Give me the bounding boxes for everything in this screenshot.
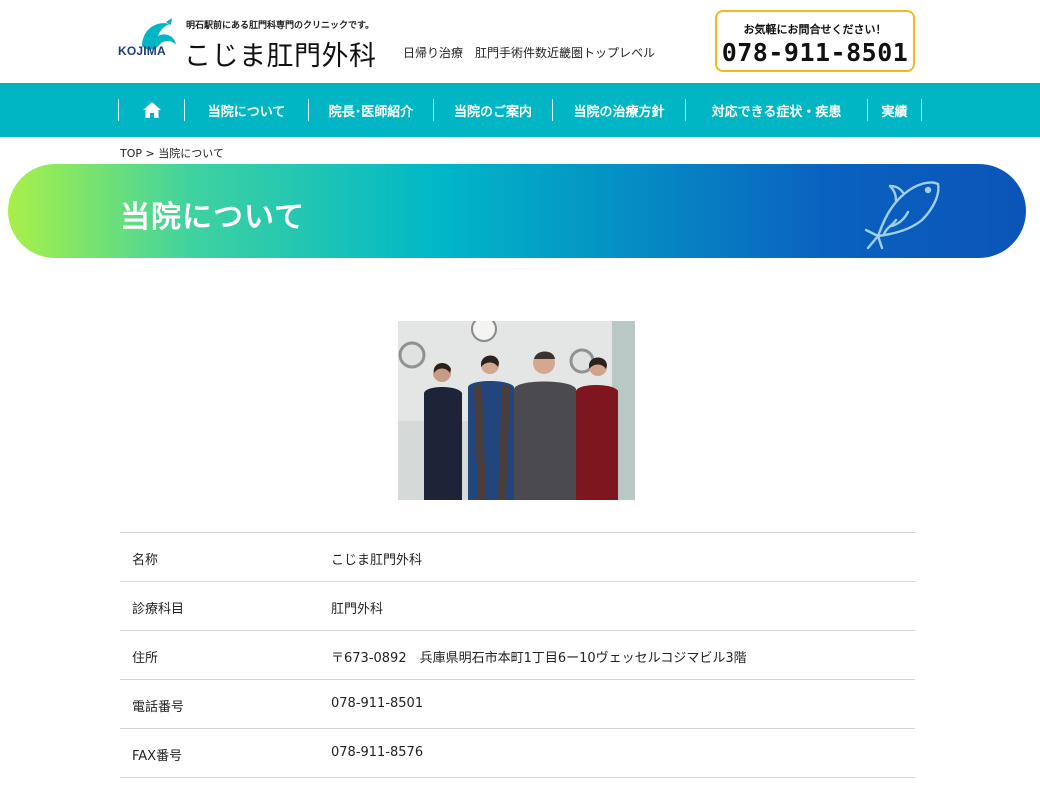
global-nav: 当院について 院長･医師紹介 当院のご案内 当院の治療方針 対応できる症状・疾患… <box>0 83 1040 137</box>
table-row: 住所 〒673-0892 兵庫県明石市本町1丁目6ー10ヴェッセルコジマビル3階 <box>120 631 915 680</box>
tel-number[interactable]: 078-911-8501 <box>717 38 913 67</box>
table-row: 名称 こじま肛門外科 <box>120 533 915 582</box>
header-tagline: 日帰り治療 肛門手術件数近畿圏トップレベル <box>403 46 656 60</box>
info-label: 名称 <box>132 553 159 568</box>
tel-contact-box[interactable]: お気軽にお問合せください！ 078-911-8501 <box>715 10 915 72</box>
info-label: FAX番号 <box>132 749 183 764</box>
breadcrumb: TOP > 当院について <box>120 145 224 161</box>
nav-label-symptoms: 対応できる症状・疾患 <box>711 104 842 120</box>
site-logo[interactable]: KOJIMA 明石駅前にある肛門科専門のクリニックです。 こじま肛門外科 <box>118 16 388 72</box>
info-label: 診療科目 <box>132 602 185 617</box>
logo-english-text: KOJIMA <box>118 44 166 58</box>
table-row: 診療科目 肛門外科 <box>120 582 915 631</box>
table-row: 電話番号 078-911-8501 <box>120 680 915 729</box>
info-value: こじま肛門外科 <box>331 553 423 568</box>
staff-photo <box>398 321 635 500</box>
nav-item-guide[interactable]: 当院のご案内 <box>433 99 552 121</box>
info-value: 肛門外科 <box>331 602 384 617</box>
nav-item-policy[interactable]: 当院の治療方針 <box>552 99 685 121</box>
home-icon <box>142 102 161 118</box>
page-title: 当院について <box>120 200 306 235</box>
info-label: 住所 <box>132 651 159 666</box>
info-value: 〒673-0892 兵庫県明石市本町1丁目6ー10ヴェッセルコジマビル3階 <box>331 651 747 666</box>
clinic-name: こじま肛門外科 <box>184 41 377 72</box>
info-label: 電話番号 <box>132 700 185 715</box>
nav-label-guide: 当院のご案内 <box>453 104 532 120</box>
info-value[interactable]: 078-911-8501 <box>331 696 423 711</box>
nav-item-results[interactable]: 実績 <box>867 99 922 121</box>
info-value: 078-911-8576 <box>331 745 424 760</box>
nav-item-about[interactable]: 当院について <box>184 99 308 121</box>
breadcrumb-top-link[interactable]: TOP <box>120 147 142 160</box>
nav-item-home[interactable] <box>118 99 184 121</box>
nav-item-symptoms[interactable]: 対応できる症状・疾患 <box>685 99 867 121</box>
tel-label: お気軽にお問合せください！ <box>743 23 887 36</box>
site-header: KOJIMA 明石駅前にある肛門科専門のクリニックです。 こじま肛門外科 日帰り… <box>0 0 1040 83</box>
breadcrumb-separator: > <box>142 147 159 160</box>
nav-label-policy: 当院の治療方針 <box>573 104 665 120</box>
breadcrumb-current: 当院について <box>158 147 224 160</box>
nav-list: 当院について 院長･医師紹介 当院のご案内 当院の治療方針 対応できる症状・疾患… <box>118 83 922 137</box>
clinic-info-table: 名称 こじま肛門外科 診療科目 肛門外科 住所 〒673-0892 兵庫県明石市… <box>120 532 915 778</box>
logo-tagline: 明石駅前にある肛門科専門のクリニックです。 <box>186 21 375 31</box>
nav-label-results: 実績 <box>881 104 908 120</box>
nav-item-doctors[interactable]: 院長･医師紹介 <box>308 99 433 121</box>
nav-label-about: 当院について <box>207 104 286 120</box>
nav-label-doctors: 院長･医師紹介 <box>328 104 414 120</box>
table-row: FAX番号 078-911-8576 <box>120 729 915 778</box>
fish-icon <box>864 181 940 250</box>
page-title-banner: 当院について <box>8 164 1026 258</box>
